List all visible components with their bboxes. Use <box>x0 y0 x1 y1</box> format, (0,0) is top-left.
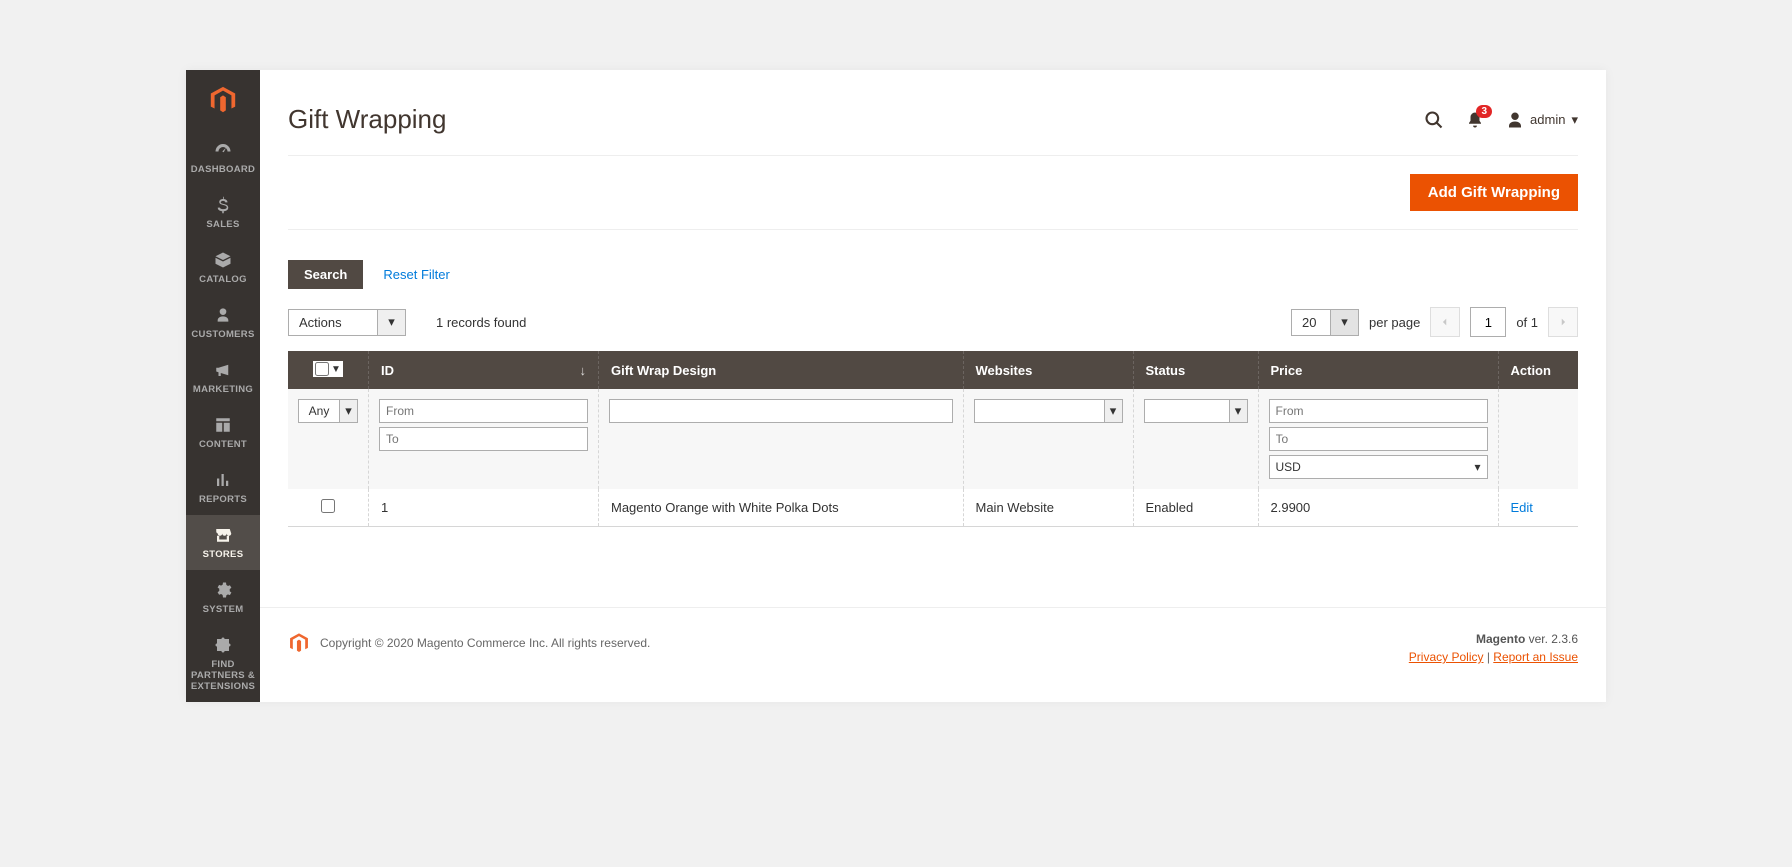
nav-label: DASHBOARD <box>191 164 255 175</box>
product-name: Magento <box>1476 632 1525 646</box>
row-checkbox[interactable] <box>321 499 335 513</box>
page-size-select[interactable]: 20 ▾ <box>1291 309 1359 336</box>
prev-page-button[interactable] <box>1430 307 1460 337</box>
cell-id: 1 <box>369 489 599 527</box>
megaphone-icon <box>214 360 232 380</box>
actions-select-label: Actions <box>288 309 378 336</box>
gear-icon <box>214 580 232 600</box>
filter-any-select[interactable]: Any ▾ <box>298 399 358 423</box>
report-issue-link[interactable]: Report an Issue <box>1493 650 1578 664</box>
chevron-down-icon: ▾ <box>1331 309 1359 336</box>
col-header-websites[interactable]: Websites <box>963 351 1133 389</box>
page-title: Gift Wrapping <box>288 104 446 135</box>
user-name: admin <box>1530 112 1565 127</box>
nav-label: MARKETING <box>193 384 253 395</box>
nav-catalog[interactable]: CATALOG <box>186 240 260 295</box>
puzzle-icon <box>214 635 232 655</box>
nav-label: STORES <box>203 549 244 560</box>
nav-label: SALES <box>206 219 239 230</box>
store-icon <box>214 525 232 545</box>
filter-status-select[interactable]: ▾ <box>1144 399 1248 423</box>
per-page-label: per page <box>1369 315 1420 330</box>
box-icon <box>214 250 232 270</box>
nav-label: CATALOG <box>199 274 247 285</box>
nav-stores[interactable]: STORES <box>186 515 260 570</box>
search-icon[interactable] <box>1424 110 1444 130</box>
filter-price-to[interactable] <box>1269 427 1488 451</box>
sort-arrow-icon: ↓ <box>580 363 587 378</box>
layout-icon <box>214 415 232 435</box>
notifications-icon[interactable]: 3 <box>1466 110 1484 130</box>
privacy-link[interactable]: Privacy Policy <box>1409 650 1484 664</box>
magento-logo-icon <box>288 632 310 654</box>
gauge-icon <box>214 140 232 160</box>
filter-price-from[interactable] <box>1269 399 1488 423</box>
notif-badge: 3 <box>1476 105 1492 118</box>
nav-partners[interactable]: FIND PARTNERS & EXTENSIONS <box>186 625 260 702</box>
col-header-checkbox[interactable]: ▼ <box>288 351 369 389</box>
chevron-down-icon: ▾ <box>1571 112 1578 128</box>
mass-actions-select[interactable]: Actions ▾ <box>288 309 406 336</box>
dollar-icon <box>214 195 232 215</box>
nav-content[interactable]: CONTENT <box>186 405 260 460</box>
chevron-down-icon: ▾ <box>1474 460 1480 474</box>
cell-status: Enabled <box>1133 489 1258 527</box>
cell-price: 2.9900 <box>1258 489 1498 527</box>
user-icon <box>1506 111 1524 129</box>
copyright-text: Copyright © 2020 Magento Commerce Inc. A… <box>320 636 650 650</box>
col-header-id[interactable]: ID↓ <box>369 351 599 389</box>
nav-label: CONTENT <box>199 439 247 450</box>
chevron-down-icon: ▾ <box>1230 399 1248 423</box>
col-header-design[interactable]: Gift Wrap Design <box>599 351 964 389</box>
filter-design[interactable] <box>609 399 953 423</box>
nav-label: CUSTOMERS <box>191 329 254 340</box>
nav-sales[interactable]: SALES <box>186 185 260 240</box>
reset-filter-link[interactable]: Reset Filter <box>383 267 449 282</box>
filter-websites-select[interactable]: ▾ <box>974 399 1123 423</box>
user-menu[interactable]: admin ▾ <box>1506 111 1578 129</box>
col-header-status[interactable]: Status <box>1133 351 1258 389</box>
next-page-button[interactable] <box>1548 307 1578 337</box>
cell-design: Magento Orange with White Polka Dots <box>599 489 964 527</box>
product-version: ver. 2.3.6 <box>1525 632 1578 646</box>
filter-currency-select[interactable]: USD ▾ <box>1269 455 1488 479</box>
nav-label: FIND PARTNERS & EXTENSIONS <box>188 659 258 692</box>
table-row[interactable]: 1 Magento Orange with White Polka Dots M… <box>288 489 1578 527</box>
sidebar: DASHBOARD SALES CATALOG CUSTOMERS MARKET… <box>186 70 260 702</box>
chevron-down-icon: ▾ <box>378 309 406 336</box>
col-header-price[interactable]: Price <box>1258 351 1498 389</box>
chart-icon <box>214 470 232 490</box>
nav-system[interactable]: SYSTEM <box>186 570 260 625</box>
page-input[interactable] <box>1470 307 1506 337</box>
records-found: 1 records found <box>436 315 526 330</box>
edit-link[interactable]: Edit <box>1511 500 1533 515</box>
nav-customers[interactable]: CUSTOMERS <box>186 295 260 350</box>
cell-websites: Main Website <box>963 489 1133 527</box>
nav-marketing[interactable]: MARKETING <box>186 350 260 405</box>
person-icon <box>215 305 231 325</box>
chevron-down-icon: ▾ <box>1105 399 1123 423</box>
add-gift-wrapping-button[interactable]: Add Gift Wrapping <box>1410 174 1578 211</box>
nav-reports[interactable]: REPORTS <box>186 460 260 515</box>
col-header-action: Action <box>1498 351 1578 389</box>
page-of-label: of 1 <box>1516 315 1538 330</box>
nav-dashboard[interactable]: DASHBOARD <box>186 130 260 185</box>
gift-wrap-grid: ▼ ID↓ Gift Wrap Design Websites Status P… <box>288 351 1578 527</box>
search-button[interactable]: Search <box>288 260 363 289</box>
select-all-checkbox[interactable] <box>315 362 329 376</box>
nav-label: SYSTEM <box>203 604 244 615</box>
magento-logo[interactable] <box>186 70 260 130</box>
page-size-value: 20 <box>1291 309 1331 336</box>
nav-label: REPORTS <box>199 494 247 505</box>
chevron-down-icon: ▾ <box>340 399 358 423</box>
filter-id-to[interactable] <box>379 427 588 451</box>
filter-id-from[interactable] <box>379 399 588 423</box>
